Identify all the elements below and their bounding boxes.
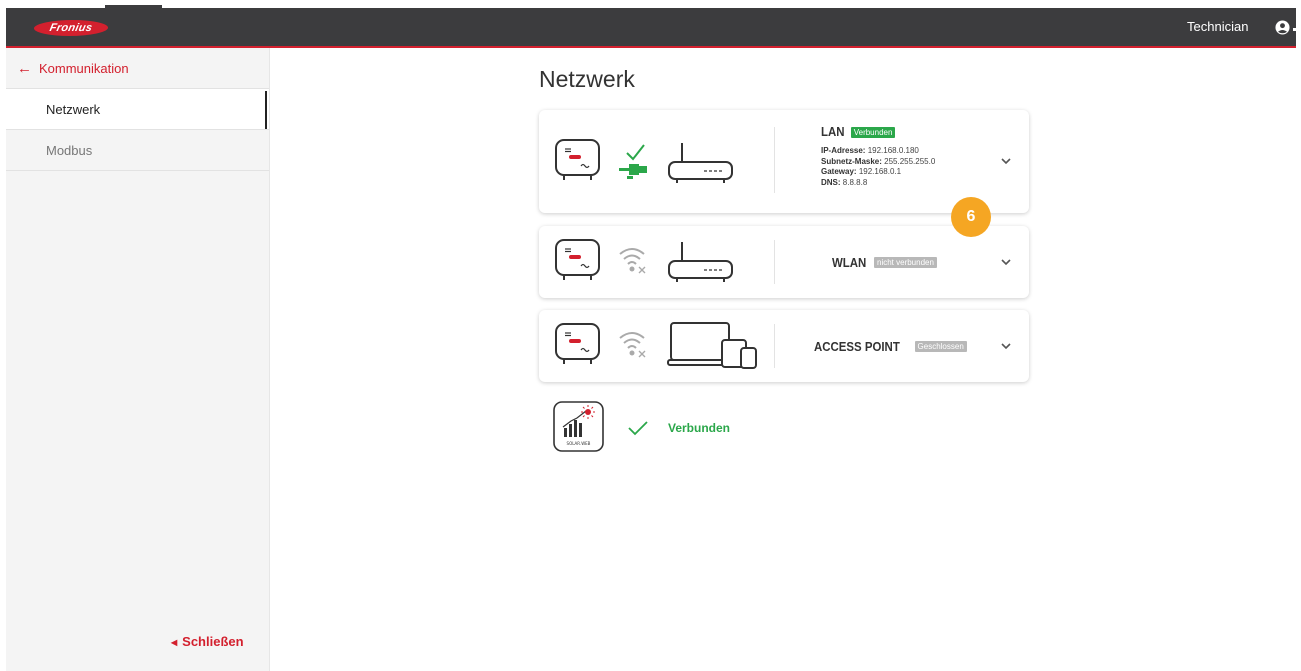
user-menu-caret-icon[interactable] bbox=[1293, 28, 1296, 31]
chevron-down-icon[interactable] bbox=[999, 339, 1013, 353]
sidebar-item-label: Netzwerk bbox=[46, 101, 101, 117]
network-name: ACCESS POINT bbox=[814, 338, 900, 354]
solar-web-icon-caption: SOLAR.WEB bbox=[567, 441, 591, 446]
fronius-logo[interactable]: Fronius bbox=[32, 20, 110, 36]
sidebar-divider bbox=[269, 48, 270, 671]
chevron-down-icon[interactable] bbox=[999, 255, 1013, 269]
lan-info: LAN Verbunden IP-Adresse: 192.168.0.180 S… bbox=[821, 123, 935, 188]
detail-value: 192.168.0.1 bbox=[858, 167, 902, 176]
sidebar-item-modbus[interactable]: Modbus bbox=[6, 130, 269, 171]
sidebar-back-label: Kommunikation bbox=[39, 60, 129, 76]
card-divider bbox=[774, 324, 775, 368]
laptop-tablet-phone-icon bbox=[667, 322, 757, 369]
check-icon bbox=[628, 421, 648, 436]
router-icon bbox=[668, 242, 733, 282]
inverter-icon bbox=[555, 323, 600, 364]
card-divider bbox=[774, 240, 775, 284]
detail-key: Gateway: bbox=[821, 167, 857, 176]
lan-details: IP-Adresse: 192.168.0.180 Subnetz-Maske:… bbox=[821, 146, 935, 188]
lan-card: LAN Verbunden IP-Adresse: 192.168.0.180 S… bbox=[539, 110, 1029, 213]
detail-row: Gateway: 192.168.0.1 bbox=[821, 167, 935, 178]
detail-value: 8.8.8.8 bbox=[842, 177, 868, 187]
wifi-disconnected-icon bbox=[619, 248, 646, 274]
status-badge: nicht verbunden bbox=[874, 256, 937, 268]
close-button[interactable]: ◀ Schließen bbox=[171, 634, 244, 649]
arrow-left-icon: ← bbox=[17, 59, 32, 77]
detail-key: DNS: bbox=[821, 177, 841, 187]
sidebar: ← Kommunikation Netzwerk Modbus ◀ Schließ… bbox=[6, 48, 269, 671]
wifi-disconnected-icon bbox=[619, 332, 646, 358]
page-title: Netzwerk bbox=[539, 66, 635, 92]
network-name: LAN bbox=[821, 124, 845, 139]
user-role-label[interactable]: Technician bbox=[1187, 19, 1248, 34]
solar-web-icon: SOLAR.WEB bbox=[553, 401, 604, 452]
inverter-icon bbox=[555, 239, 600, 280]
detail-value: 192.168.0.180 bbox=[867, 146, 919, 155]
solar-web-status: Verbunden bbox=[668, 421, 731, 435]
detail-key: Subnetz-Maske: bbox=[821, 156, 882, 166]
app-header: Fronius Technician bbox=[6, 8, 1296, 48]
ethernet-connected-icon bbox=[619, 144, 647, 179]
wlan-card: WLAN nicht verbunden bbox=[539, 226, 1029, 298]
chevron-left-icon: ◀ bbox=[171, 638, 178, 647]
detail-key: IP-Adresse: bbox=[821, 146, 866, 155]
inverter-icon bbox=[555, 139, 600, 180]
network-name: WLAN bbox=[832, 254, 867, 270]
user-circle-icon[interactable] bbox=[1275, 20, 1290, 35]
access-point-card: ACCESS POINT Geschlossen bbox=[539, 310, 1029, 382]
step-marker: 6 bbox=[951, 197, 991, 237]
sidebar-item-netzwerk[interactable]: Netzwerk bbox=[6, 89, 269, 130]
detail-row: Subnetz-Maske: 255.255.255.0 bbox=[821, 157, 935, 168]
status-badge: Verbunden bbox=[850, 127, 896, 138]
sidebar-back-link[interactable]: ← Kommunikation bbox=[6, 48, 269, 89]
access-point-info: ACCESS POINT Geschlossen bbox=[814, 310, 967, 382]
detail-row: IP-Adresse: 192.168.0.180 bbox=[821, 146, 935, 157]
logo-text: Fronius bbox=[48, 22, 94, 34]
status-badge: Geschlossen bbox=[914, 340, 967, 352]
chevron-down-icon[interactable] bbox=[999, 154, 1013, 168]
sidebar-item-label: Modbus bbox=[46, 142, 93, 158]
router-icon bbox=[668, 143, 733, 183]
top-strip bbox=[0, 0, 1301, 8]
close-label: Schließen bbox=[182, 634, 244, 649]
card-divider bbox=[774, 127, 775, 193]
detail-row: DNS: 8.8.8.8 bbox=[821, 178, 935, 189]
wlan-info: WLAN nicht verbunden bbox=[832, 226, 937, 298]
detail-value: 255.255.255.0 bbox=[884, 156, 936, 166]
